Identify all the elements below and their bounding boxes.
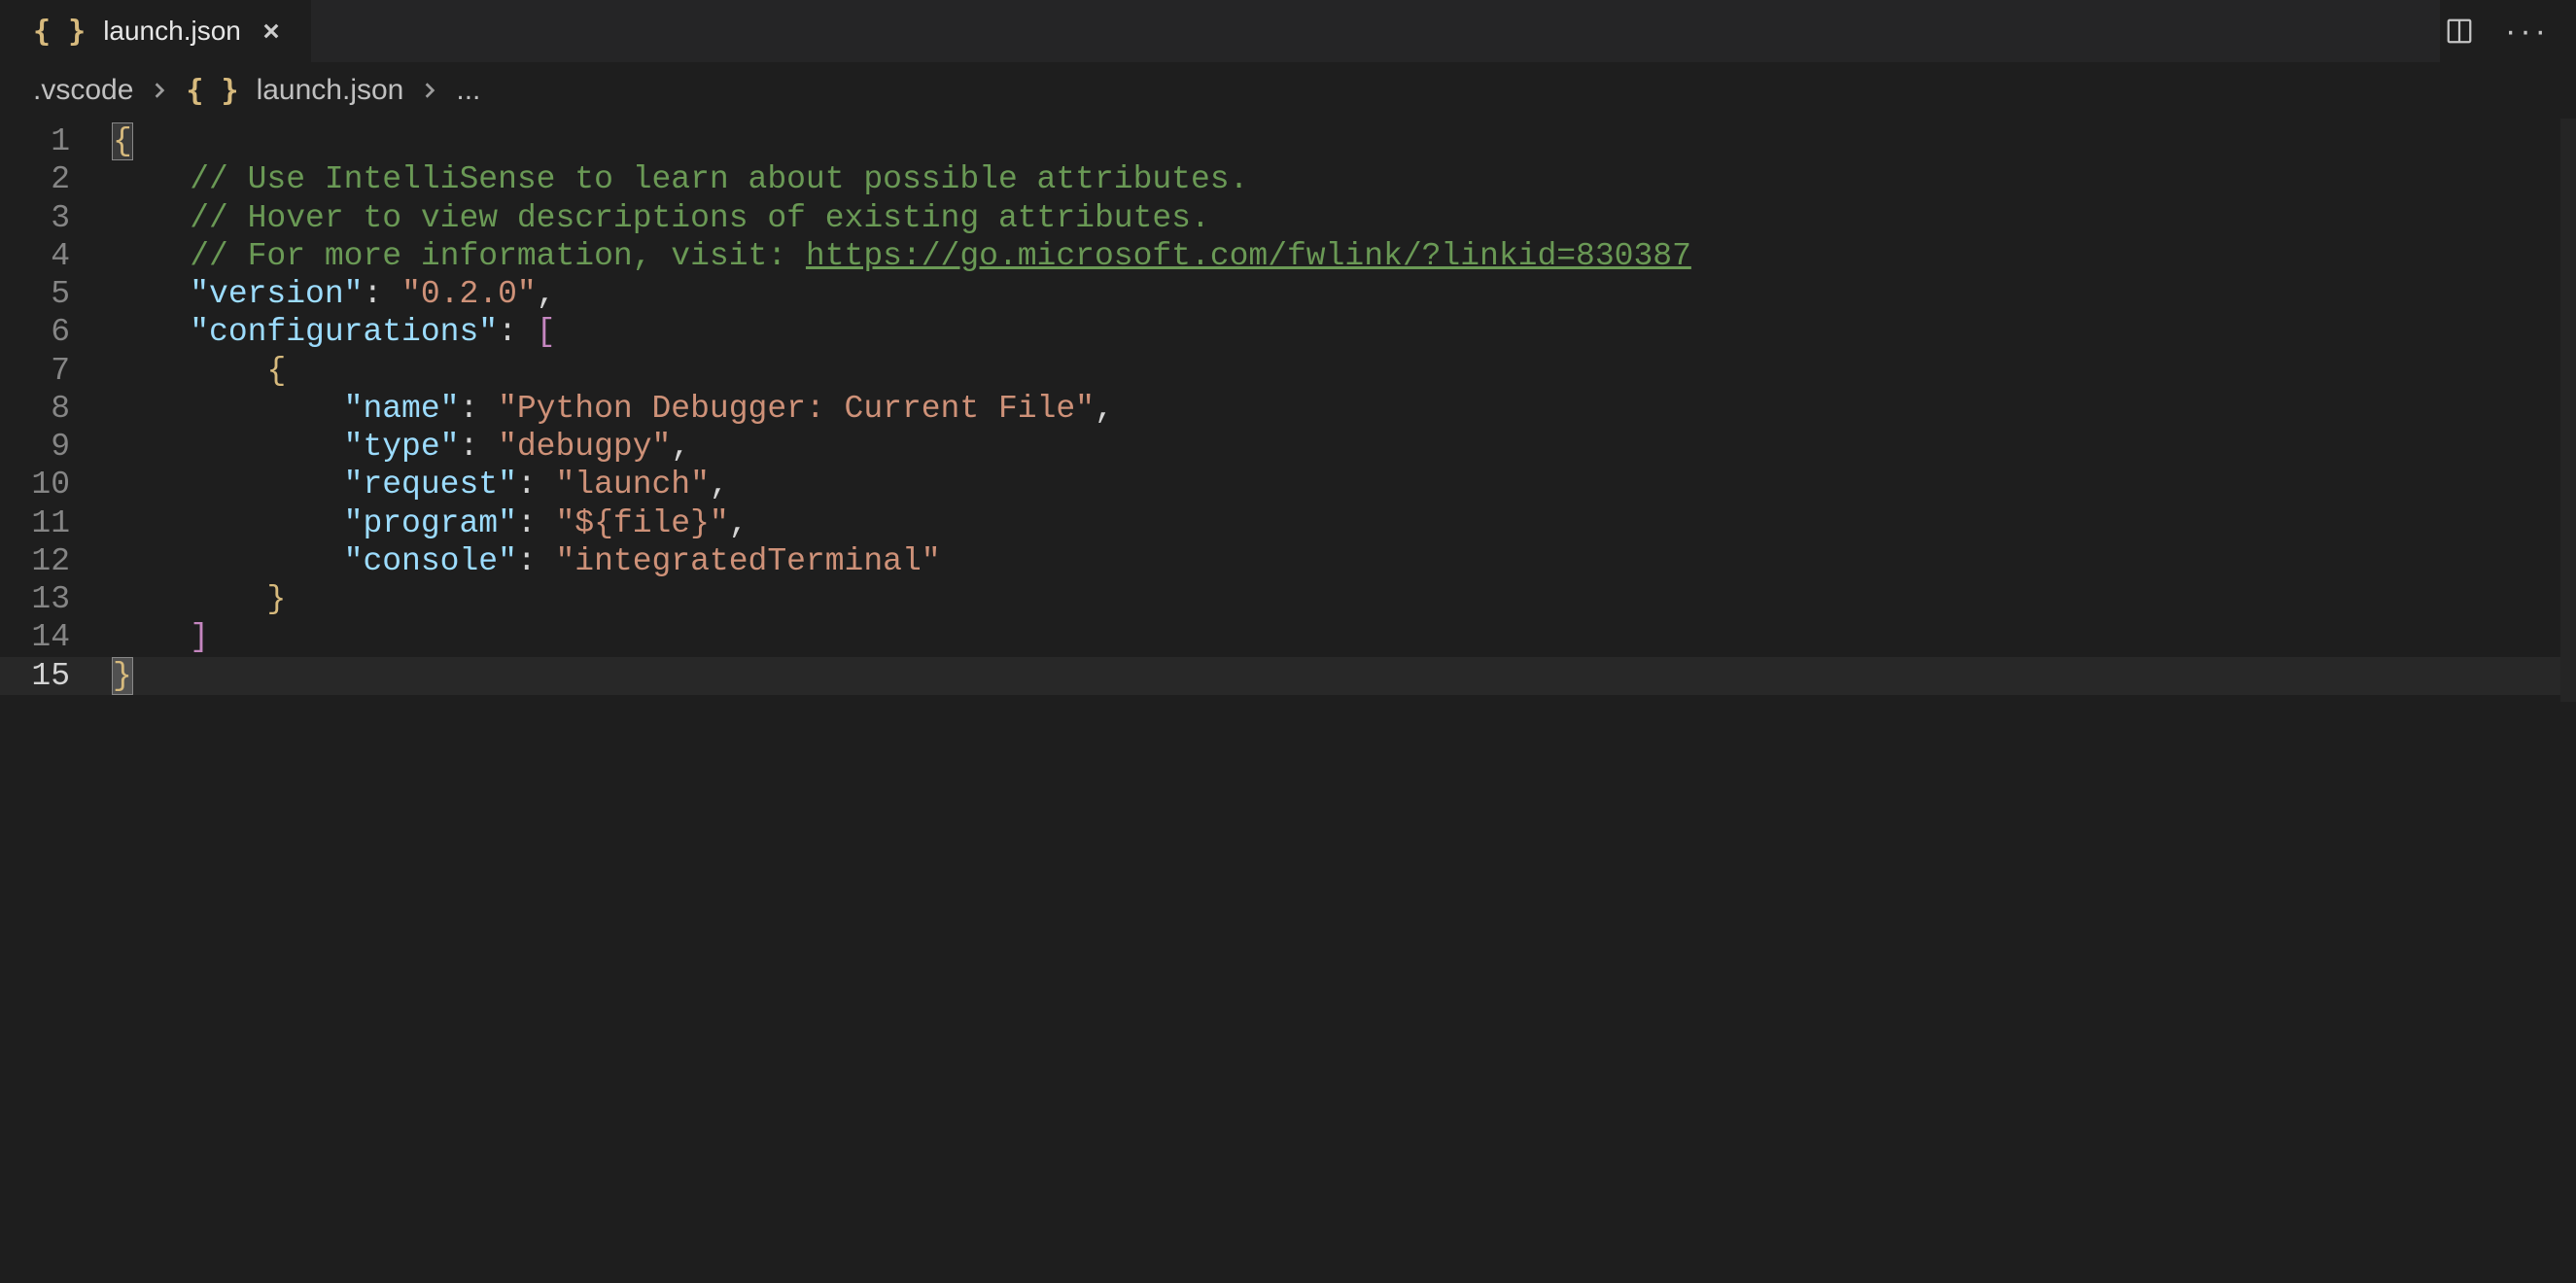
split-editor-icon	[2445, 17, 2474, 46]
overview-ruler[interactable]	[2560, 119, 2576, 702]
tab-bar-spacer	[312, 0, 2440, 62]
code-editor[interactable]: 1 { 2 // Use IntelliSense to learn about…	[0, 119, 2576, 695]
json-file-icon: { }	[33, 15, 86, 49]
code-line[interactable]: 6 "configurations": [	[0, 313, 2576, 351]
ellipsis-icon: ···	[2505, 15, 2550, 48]
code-line[interactable]: 5 "version": "0.2.0",	[0, 275, 2576, 313]
split-editor-button[interactable]	[2440, 12, 2479, 51]
code-line[interactable]: 15 }	[0, 657, 2576, 695]
close-icon	[261, 21, 281, 41]
line-number: 13	[0, 580, 113, 618]
line-number: 2	[0, 160, 113, 198]
line-number: 11	[0, 504, 113, 542]
tab-bar: { } launch.json ···	[0, 0, 2576, 62]
line-number: 3	[0, 199, 113, 237]
line-number: 9	[0, 428, 113, 466]
chevron-right-icon	[421, 74, 438, 107]
code-line[interactable]: 12 "console": "integratedTerminal"	[0, 542, 2576, 580]
code-line[interactable]: 13 }	[0, 580, 2576, 618]
breadcrumb-folder[interactable]: .vscode	[33, 74, 133, 107]
chevron-right-icon	[151, 74, 168, 107]
code-line[interactable]: 7 {	[0, 352, 2576, 390]
editor-title-actions: ···	[2440, 0, 2576, 62]
line-number: 14	[0, 618, 113, 656]
tab-launch-json[interactable]: { } launch.json	[0, 0, 312, 62]
more-actions-button[interactable]: ···	[2508, 12, 2547, 51]
code-line[interactable]: 8 "name": "Python Debugger: Current File…	[0, 390, 2576, 428]
breadcrumb[interactable]: .vscode { } launch.json ...	[0, 62, 2576, 119]
line-number: 4	[0, 237, 113, 275]
line-number: 7	[0, 352, 113, 390]
code-line[interactable]: 3 // Hover to view descriptions of exist…	[0, 199, 2576, 237]
close-tab-button[interactable]	[259, 18, 284, 44]
doc-link[interactable]: https://go.microsoft.com/fwlink/?linkid=…	[806, 238, 1691, 274]
line-number: 12	[0, 542, 113, 580]
code-line[interactable]: 14 ]	[0, 618, 2576, 656]
breadcrumb-tail[interactable]: ...	[456, 74, 480, 107]
line-number: 5	[0, 275, 113, 313]
tab-label: launch.json	[103, 16, 241, 47]
line-number: 8	[0, 390, 113, 428]
code-line[interactable]: 1 {	[0, 122, 2576, 160]
code-line[interactable]: 2 // Use IntelliSense to learn about pos…	[0, 160, 2576, 198]
json-file-icon: { }	[186, 74, 238, 108]
line-number: 1	[0, 122, 113, 160]
code-line[interactable]: 4 // For more information, visit: https:…	[0, 237, 2576, 275]
code-line[interactable]: 9 "type": "debugpy",	[0, 428, 2576, 466]
line-number: 15	[0, 657, 113, 695]
code-line[interactable]: 11 "program": "${file}",	[0, 504, 2576, 542]
breadcrumb-file[interactable]: launch.json	[257, 74, 404, 107]
code-line[interactable]: 10 "request": "launch",	[0, 466, 2576, 503]
line-number: 6	[0, 313, 113, 351]
line-number: 10	[0, 466, 113, 503]
